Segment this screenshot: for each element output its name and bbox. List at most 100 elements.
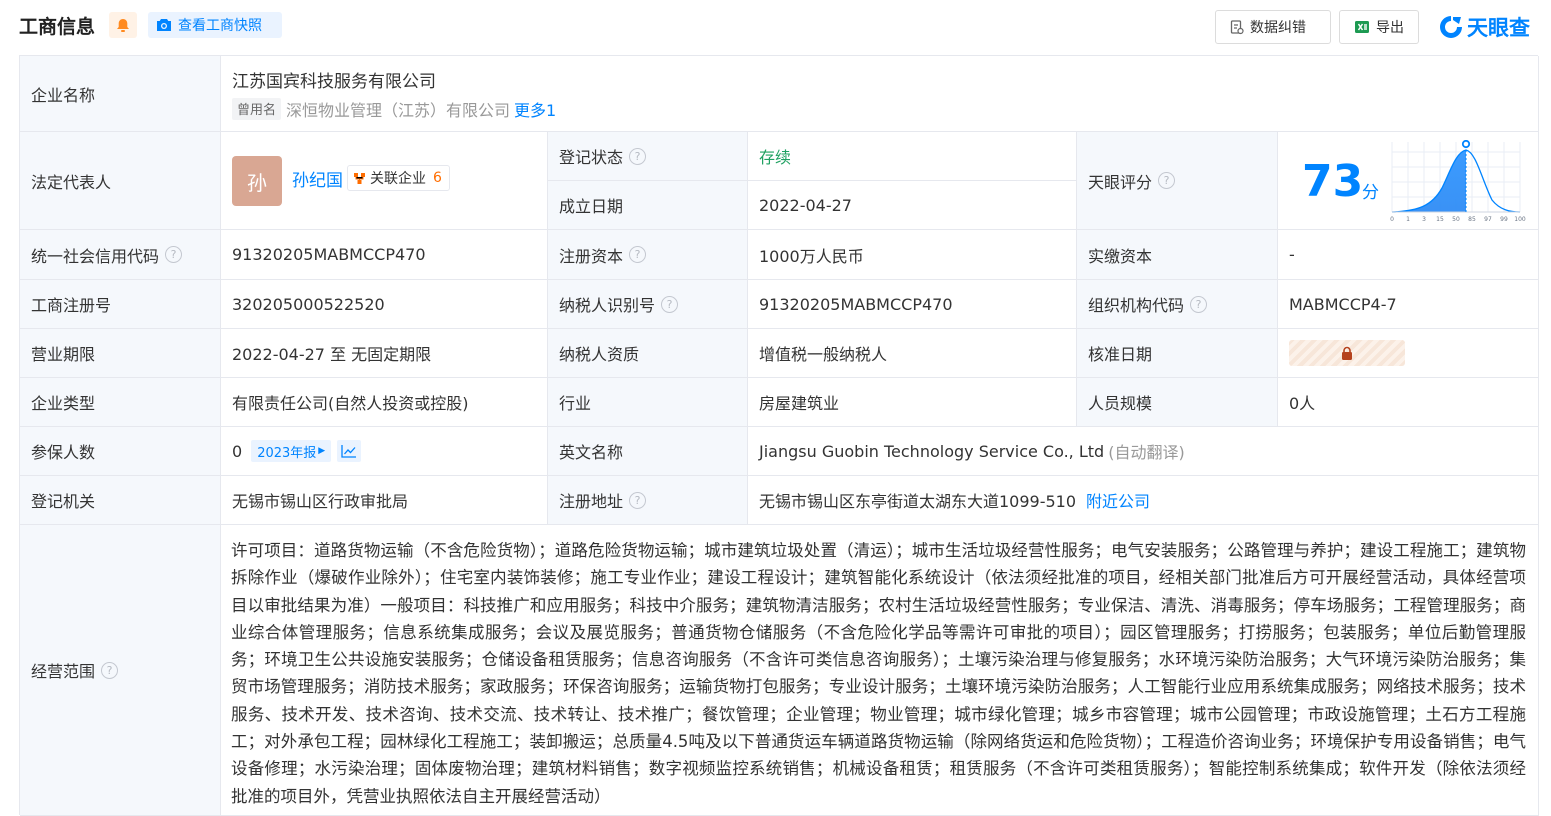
- company-name-label: 企业名称: [20, 56, 221, 132]
- staff-size-value: 0人: [1278, 378, 1539, 427]
- score-distribution-chart: 0 1 3 15 50 85 97 99 100: [1390, 140, 1526, 223]
- industry-label: 行业: [548, 378, 748, 427]
- biz-term-value: 2022-04-27 至 无固定期限: [221, 329, 548, 378]
- reg-authority-value: 无锡市锡山区行政审批局: [221, 476, 548, 525]
- reg-address-label-cell: 注册地址?: [548, 476, 748, 525]
- company-type-value: 有限责任公司(自然人投资或控股): [221, 378, 548, 427]
- tax-id-value: 91320205MABMCCP470: [748, 280, 1077, 329]
- approval-date-label: 核准日期: [1077, 329, 1278, 378]
- paid-capital-label: 实缴资本: [1077, 230, 1278, 280]
- score-label-cell: 天眼评分?: [1077, 132, 1278, 230]
- org-code-label-cell: 组织机构代码?: [1077, 280, 1278, 329]
- legal-rep-name-link[interactable]: 孙纪国: [292, 166, 343, 191]
- scope-text: 许可项目：道路货物运输（不含危险货物）；道路危险货物运输；城市建筑垃圾处置（清运…: [231, 541, 1526, 806]
- bell-icon: [117, 18, 129, 32]
- approval-date-cell: [1278, 329, 1539, 378]
- axis-tick-8: 100: [1514, 216, 1526, 223]
- data-correction-button[interactable]: 数据纠错: [1215, 10, 1331, 44]
- biz-reg-no-label: 工商注册号: [20, 280, 221, 329]
- related-companies-count: 6: [433, 170, 442, 186]
- related-companies-button[interactable]: 关联企业 6: [347, 165, 450, 191]
- credit-code-label: 统一社会信用代码: [31, 246, 160, 266]
- camera-icon: [157, 19, 171, 31]
- used-name-tag: 曾用名: [232, 97, 282, 120]
- reg-status-value: 存续: [748, 132, 1077, 181]
- insured-cell: 0 2023年报 ▶: [221, 427, 548, 476]
- legal-rep-label: 法定代表人: [20, 132, 221, 230]
- caret-right-icon: ▶: [318, 446, 326, 456]
- tax-id-label: 纳税人识别号: [559, 296, 656, 315]
- score-unit: 分: [1362, 183, 1379, 203]
- axis-tick-6: 97: [1484, 216, 1492, 223]
- section-header: 工商信息 查看工商快照 数据纠错 导出 天眼查: [0, 0, 1551, 54]
- help-icon[interactable]: ?: [101, 661, 119, 679]
- annual-report-year-dropdown[interactable]: 2023年报 ▶: [251, 440, 332, 462]
- help-icon[interactable]: ?: [629, 147, 647, 165]
- tianyancha-logo: 天眼查: [1438, 12, 1530, 42]
- tax-id-label-cell: 纳税人识别号?: [548, 280, 748, 329]
- axis-tick-7: 99: [1500, 216, 1508, 223]
- reg-address-label: 注册地址: [559, 492, 624, 511]
- company-name-value: 江苏国宾科技服务有限公司: [232, 71, 436, 92]
- help-icon[interactable]: ?: [661, 295, 679, 313]
- company-type-label: 企业类型: [20, 378, 221, 427]
- used-name-value: 深恒物业管理（江苏）有限公司: [286, 100, 511, 120]
- lock-icon: [1342, 346, 1352, 360]
- insured-label: 参保人数: [20, 427, 221, 476]
- reg-status-label-cell: 登记状态?: [548, 132, 748, 181]
- reg-address-value: 无锡市锡山区东亭街道太湖东大道1099-510: [759, 492, 1077, 511]
- org-code-label: 组织机构代码: [1088, 296, 1185, 315]
- axis-tick-3: 15: [1436, 216, 1444, 223]
- logo-text: 天眼查: [1467, 16, 1530, 40]
- avatar[interactable]: 孙: [232, 156, 282, 206]
- biz-term-label: 营业期限: [20, 329, 221, 378]
- scope-label-cell: 经营范围?: [20, 525, 221, 816]
- network-icon: [354, 172, 365, 184]
- export-button[interactable]: 导出: [1339, 10, 1419, 44]
- est-date-label: 成立日期: [548, 181, 748, 230]
- score-label: 天眼评分: [1088, 172, 1153, 192]
- annual-report-year-label: 2023年报: [257, 445, 317, 461]
- staff-size-label: 人员规模: [1077, 378, 1278, 427]
- est-date-value: 2022-04-27: [748, 181, 1077, 230]
- section-title: 工商信息: [19, 16, 96, 38]
- more-used-names-link[interactable]: 更多1: [514, 97, 556, 121]
- export-label: 导出: [1376, 20, 1404, 36]
- auto-translate-note: (自动翻译): [1108, 443, 1185, 462]
- excel-icon: [1355, 21, 1369, 33]
- axis-tick-4: 50: [1452, 216, 1460, 223]
- score-cell[interactable]: 73 分 0 1 3 15 50 85 97 99 100: [1278, 132, 1539, 230]
- data-correction-label: 数据纠错: [1250, 20, 1306, 36]
- axis-tick-0: 0: [1390, 216, 1394, 223]
- monitor-button[interactable]: [109, 12, 137, 38]
- trend-chart-button[interactable]: [337, 440, 362, 462]
- help-icon[interactable]: ?: [629, 491, 647, 509]
- trend-chart-icon: [341, 445, 357, 458]
- english-name-cell: Jiangsu Guobin Technology Service Co., L…: [748, 427, 1539, 476]
- help-icon[interactable]: ?: [1158, 172, 1176, 189]
- tianyancha-logo-icon: [1440, 16, 1462, 38]
- org-code-value: MABMCCP4-7: [1278, 280, 1539, 329]
- help-icon[interactable]: ?: [165, 246, 183, 263]
- reg-capital-value: 1000万人民币: [748, 230, 1077, 280]
- nearby-companies-link[interactable]: 附近公司: [1086, 488, 1150, 512]
- legal-rep-cell: 孙 孙纪国 关联企业 6: [221, 132, 548, 230]
- score-value: 73: [1302, 156, 1364, 207]
- help-icon[interactable]: ?: [629, 246, 647, 263]
- reg-capital-label: 注册资本: [559, 246, 624, 266]
- reg-status-label: 登记状态: [559, 148, 624, 167]
- reg-capital-label-cell: 注册资本?: [548, 230, 748, 280]
- reg-authority-label: 登记机关: [20, 476, 221, 525]
- credit-code-label-cell: 统一社会信用代码?: [20, 230, 221, 280]
- axis-tick-2: 3: [1422, 216, 1426, 223]
- reg-address-cell: 无锡市锡山区东亭街道太湖东大道1099-510 附近公司: [748, 476, 1539, 525]
- view-snapshot-button[interactable]: 查看工商快照: [148, 12, 282, 38]
- help-icon[interactable]: ?: [1190, 295, 1208, 313]
- scope-cell: 许可项目：道路货物运输（不含危险货物）；道路危险货物运输；城市建筑垃圾处置（清运…: [221, 525, 1539, 816]
- correct-doc-icon: [1230, 19, 1244, 34]
- related-companies-label: 关联企业: [370, 171, 426, 187]
- vip-locked-value[interactable]: [1289, 340, 1405, 366]
- paid-capital-value: -: [1278, 230, 1539, 280]
- company-info-table: 企业名称 江苏国宾科技服务有限公司 曾用名 深恒物业管理（江苏）有限公司 更多1…: [19, 55, 1539, 816]
- axis-tick-1: 1: [1406, 216, 1410, 223]
